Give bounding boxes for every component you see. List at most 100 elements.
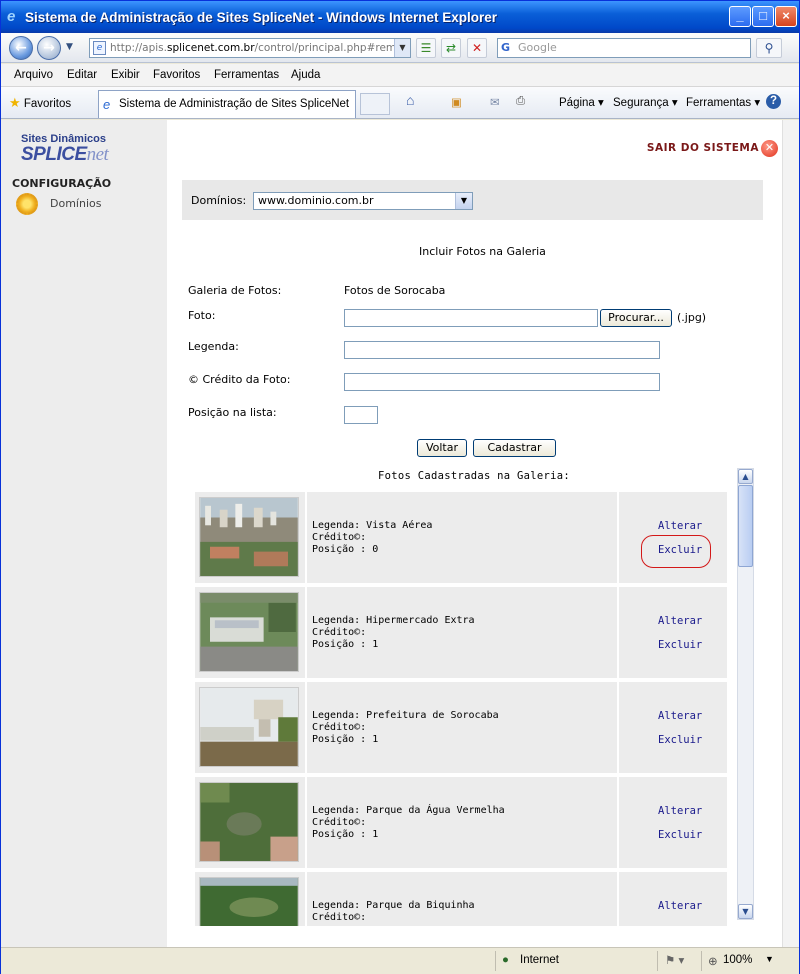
zoom-dropdown-icon[interactable]: ▼ — [765, 954, 774, 964]
domain-select[interactable]: www.dominio.com.br ▼ — [253, 192, 473, 210]
page-scrollbar[interactable] — [782, 120, 799, 947]
delete-link[interactable]: Excluir — [658, 829, 702, 841]
actions-cell: Alterar Excluir — [619, 492, 727, 583]
actions-cell: Alterar Excluir — [619, 777, 727, 868]
photo-position: Posição : 1 — [312, 639, 379, 650]
minimize-button[interactable]: _ — [729, 6, 751, 27]
close-button[interactable]: × — [775, 6, 797, 27]
photo-file-input[interactable] — [344, 309, 598, 327]
mail-icon[interactable]: ✉ — [490, 95, 500, 109]
menu-editar[interactable]: Editar — [67, 69, 97, 81]
position-input[interactable] — [344, 406, 378, 424]
menu-favoritos[interactable]: Favoritos — [153, 69, 200, 81]
photo-position: Posição : 1 — [312, 829, 379, 840]
scroll-up-icon[interactable]: ▲ — [738, 469, 753, 484]
zoom-icon[interactable]: ⊕ — [708, 954, 718, 968]
divider — [657, 951, 658, 971]
refresh-icon[interactable]: ⇄ — [441, 38, 461, 58]
forward-button[interactable]: → — [37, 36, 61, 60]
title-bar[interactable]: e Sistema de Administração de Sites Spli… — [1, 1, 799, 33]
search-input[interactable]: G Google — [497, 38, 751, 58]
photo-thumbnail[interactable] — [199, 592, 299, 672]
submit-button[interactable]: Cadastrar — [473, 439, 556, 457]
feeds-icon[interactable]: ▣ — [451, 95, 462, 109]
maximize-button[interactable]: □ — [752, 6, 774, 27]
edit-link[interactable]: Alterar — [658, 615, 702, 627]
photo-label: Foto: — [188, 309, 216, 322]
menu-ajuda[interactable]: Ajuda — [291, 69, 320, 81]
menu-exibir[interactable]: Exibir — [111, 69, 140, 81]
search-placeholder: Google — [518, 41, 557, 54]
position-label: Posição na lista: — [188, 406, 277, 419]
url-dropdown-icon[interactable]: ▼ — [394, 39, 410, 57]
menu-seguranca[interactable]: Segurança ▾ — [613, 95, 678, 109]
logout-link[interactable]: SAIR DO SISTEMA — [647, 142, 759, 154]
home-icon[interactable]: ⌂ — [406, 92, 414, 108]
caption-input[interactable] — [344, 341, 660, 359]
menu-bar: Arquivo Editar Exibir Favoritos Ferramen… — [1, 64, 799, 87]
menu-pagina[interactable]: Página ▾ — [559, 95, 604, 109]
favorites-button[interactable]: ★ Favoritos — [9, 95, 71, 111]
edit-link[interactable]: Alterar — [658, 710, 702, 722]
list-scrollbar[interactable]: ▲ ▼ — [737, 468, 754, 920]
photo-info: Legenda: Prefeitura de Sorocaba Crédito©… — [307, 682, 617, 773]
photo-caption: Legenda: Hipermercado Extra — [312, 615, 475, 626]
protected-mode-icon[interactable]: ⚑ ▾ — [665, 953, 684, 967]
ie-logo-icon: e — [7, 8, 16, 25]
new-tab-button[interactable] — [360, 93, 390, 115]
status-bar: ● Internet ⚑ ▾ ⊕ 100% ▼ — [1, 947, 799, 974]
edit-link[interactable]: Alterar — [658, 520, 702, 532]
menu-ferramentas[interactable]: Ferramentas — [214, 69, 279, 81]
logo: SPLICEnet — [21, 144, 109, 166]
favorites-bar: ★ Favoritos e Sistema de Administração d… — [1, 87, 799, 119]
photo-caption: Legenda: Vista Aérea — [312, 520, 433, 531]
photo-thumbnail[interactable] — [199, 497, 299, 577]
url-field[interactable]: e http://apis.splicenet.com.br/control/p… — [89, 38, 411, 58]
google-icon: G — [501, 41, 511, 54]
browser-window: e Sistema de Administração de Sites Spli… — [0, 0, 800, 974]
scroll-down-icon[interactable]: ▼ — [738, 904, 753, 919]
sidebar-item-dominios[interactable]: Domínios — [50, 197, 101, 210]
compatibility-icon[interactable]: ☰ — [416, 38, 436, 58]
photo-thumbnail[interactable] — [199, 782, 299, 862]
back-form-button[interactable]: Voltar — [417, 439, 467, 457]
table-row: Legenda: Hipermercado Extra Crédito©: Po… — [195, 587, 729, 678]
menu-arquivo[interactable]: Arquivo — [14, 69, 53, 81]
globe-icon: ● — [502, 954, 509, 966]
zoom-level[interactable]: 100% — [723, 954, 752, 966]
back-button[interactable]: ← — [9, 36, 33, 60]
scroll-thumb[interactable] — [738, 485, 753, 567]
menu-ferramentas-cmd[interactable]: Ferramentas ▾ — [686, 95, 760, 109]
logo-main: SPLICE — [21, 144, 87, 165]
delete-link[interactable]: Excluir — [658, 639, 702, 651]
photo-info: Legenda: Hipermercado Extra Crédito©: Po… — [307, 587, 617, 678]
logout-close-icon[interactable]: ✕ — [761, 140, 778, 157]
url-domain: splicenet.com.br — [167, 42, 255, 54]
gear-icon[interactable] — [16, 193, 38, 215]
delete-link[interactable]: Excluir — [658, 734, 702, 746]
edit-link[interactable]: Alterar — [658, 900, 702, 912]
search-icon[interactable]: ⚲ — [756, 38, 782, 58]
photo-list-title: Fotos Cadastradas na Galeria: — [378, 470, 571, 482]
thumb-cell — [195, 492, 305, 583]
thumb-cell — [195, 777, 305, 868]
photo-credit: Crédito©: — [312, 627, 367, 638]
browse-button[interactable]: Procurar... — [600, 309, 672, 327]
address-bar: ← → ▼ e http://apis.splicenet.com.br/con… — [1, 33, 799, 63]
url-rest: /control/principal.php#remote — [254, 42, 411, 54]
photo-thumbnail[interactable] — [199, 877, 299, 926]
photo-position: Posição : 1 — [312, 734, 379, 745]
zone-label: Internet — [520, 954, 559, 966]
table-row: Legenda: Vista Aérea Crédito©: Posição :… — [195, 492, 729, 583]
chevron-down-icon[interactable]: ▼ — [455, 193, 472, 209]
actions-cell: Alterar Excluir — [619, 682, 727, 773]
tab-active[interactable]: e Sistema de Administração de Sites Spli… — [98, 90, 356, 118]
history-dropdown-icon[interactable]: ▼ — [66, 42, 73, 52]
photo-thumbnail[interactable] — [199, 687, 299, 767]
page-content: Sites Dinâmicos SPLICEnet CONFIGURAÇÃO D… — [1, 120, 799, 947]
print-icon[interactable]: ⎙ — [516, 95, 525, 108]
credit-input[interactable] — [344, 373, 660, 391]
help-icon[interactable]: ? — [766, 94, 781, 109]
edit-link[interactable]: Alterar — [658, 805, 702, 817]
stop-icon[interactable]: ✕ — [467, 38, 487, 58]
